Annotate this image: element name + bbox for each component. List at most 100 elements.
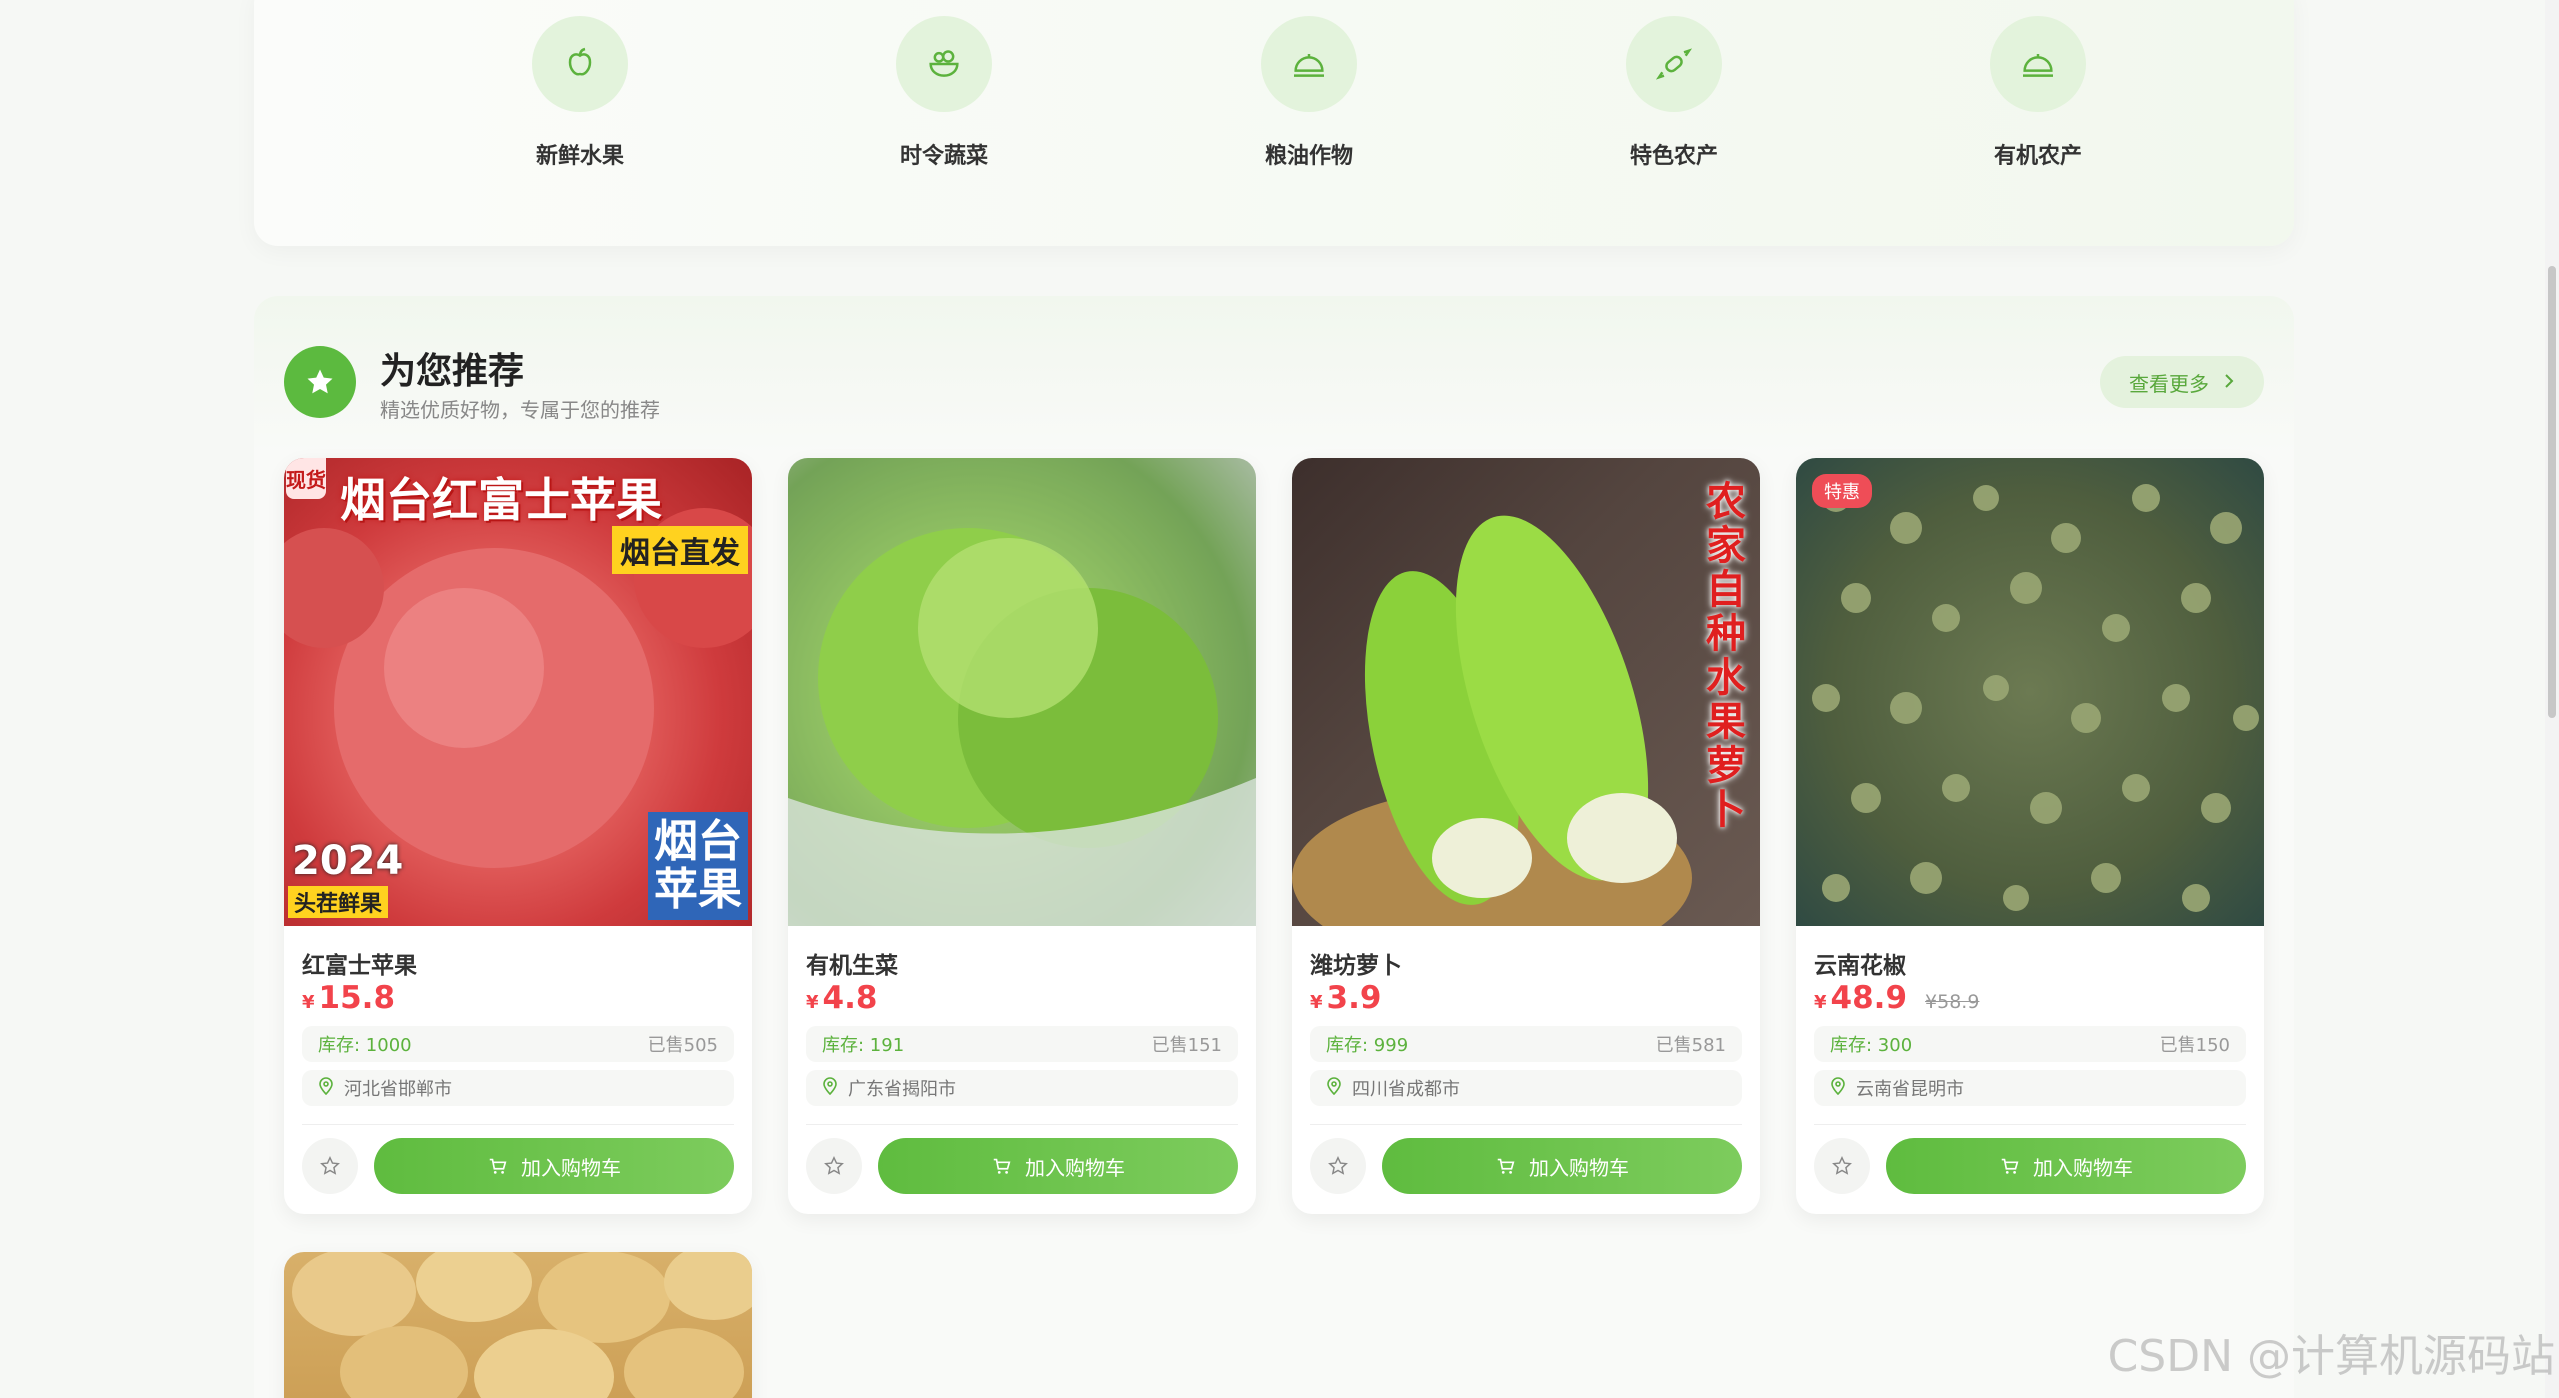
product-name[interactable]: 云南花椒 <box>1814 946 1906 980</box>
divider <box>1310 1124 1742 1125</box>
currency-symbol: ¥ <box>1814 992 1827 1013</box>
star-outline-icon <box>1328 1156 1348 1175</box>
cloche-icon <box>1990 16 2086 112</box>
salad-bowl-icon <box>896 16 992 112</box>
price-row: ¥ 4.8 <box>806 980 877 1016</box>
cart-label: 加入购物车 <box>1025 1155 1125 1180</box>
location-pin-icon <box>318 1076 334 1100</box>
original-price: ¥58.9 <box>1925 991 1980 1013</box>
product-name[interactable]: 红富士苹果 <box>302 946 417 980</box>
stock-text: 库存: 300 <box>1830 1035 1913 1056</box>
recommend-panel: 为您推荐 精选优质好物，专属于您的推荐 查看更多 现货 烟台红富士苹果 烟台直发… <box>254 296 2294 1398</box>
add-to-cart-button[interactable]: 加入购物车 <box>878 1138 1238 1194</box>
price-row: ¥ 15.8 <box>302 980 395 1016</box>
location-text: 河北省邯郸市 <box>344 1079 452 1100</box>
cart-icon <box>489 1158 507 1174</box>
product-price: 3.9 <box>1326 980 1382 1016</box>
image-stock-tag: 现货 <box>286 458 326 499</box>
stock-text: 库存: 1000 <box>318 1035 412 1056</box>
stock-row: 库存: 191 已售151 <box>806 1026 1238 1062</box>
category-label: 特色农产 <box>1629 144 1718 169</box>
add-to-cart-button[interactable]: 加入购物车 <box>1382 1138 1742 1194</box>
image-fresh-tag: 头茬鲜果 <box>288 886 389 918</box>
product-card[interactable]: 农家自种 水果萝卜 潍坊萝卜 ¥ 3.9 库存: 999 已售581 四川省成都… <box>1292 458 1760 1214</box>
sold-text: 已售505 <box>647 1035 718 1056</box>
stock-row: 库存: 1000 已售505 <box>302 1026 734 1062</box>
product-name[interactable]: 有机生菜 <box>806 946 898 980</box>
location-text: 广东省揭阳市 <box>848 1079 956 1100</box>
cart-icon <box>1497 1158 1515 1174</box>
divider <box>1814 1124 2246 1125</box>
divider <box>302 1124 734 1125</box>
cart-label: 加入购物车 <box>2033 1155 2133 1180</box>
cart-label: 加入购物车 <box>1529 1155 1629 1180</box>
favorite-button[interactable] <box>1310 1138 1366 1194</box>
image-year: 2024 <box>292 838 404 884</box>
product-name[interactable]: 潍坊萝卜 <box>1310 946 1402 980</box>
stock-text: 库存: 191 <box>822 1035 905 1056</box>
product-image[interactable]: 特惠 <box>1796 458 2264 926</box>
price-row: ¥ 3.9 <box>1310 980 1381 1016</box>
apple-icon <box>532 16 628 112</box>
scrollbar[interactable] <box>2545 0 2559 1398</box>
cart-icon <box>2001 1158 2019 1174</box>
favorite-button[interactable] <box>1814 1138 1870 1194</box>
star-icon <box>284 346 356 418</box>
image-title: 烟台红富士苹果 <box>340 473 662 527</box>
stock-row: 库存: 300 已售150 <box>1814 1026 2246 1062</box>
category-vegetables[interactable]: 时令蔬菜 <box>844 16 1044 170</box>
section-subtitle: 精选优质好物，专属于您的推荐 <box>380 398 660 422</box>
view-more-button[interactable]: 查看更多 <box>2100 356 2264 408</box>
category-label: 粮油作物 <box>1264 144 1353 169</box>
category-organic[interactable]: 有机农产 <box>1938 16 2138 170</box>
sold-text: 已售150 <box>2159 1035 2230 1056</box>
lettuce-illustration <box>788 458 1256 926</box>
product-price: 48.9 <box>1830 980 1908 1016</box>
favorite-button[interactable] <box>302 1138 358 1194</box>
scrollbar-thumb[interactable] <box>2548 266 2556 718</box>
sold-text: 已售581 <box>1655 1035 1726 1056</box>
location-row: 云南省昆明市 <box>1814 1070 2246 1106</box>
category-grain-oil[interactable]: 粮油作物 <box>1209 16 1409 170</box>
price-row: ¥ 48.9 ¥58.9 <box>1814 980 1979 1016</box>
star-outline-icon <box>320 1156 340 1175</box>
product-image[interactable]: 农家自种 水果萝卜 <box>1292 458 1760 926</box>
product-price: 4.8 <box>822 980 878 1016</box>
category-fresh-fruit[interactable]: 新鲜水果 <box>480 16 680 170</box>
currency-symbol: ¥ <box>302 992 315 1013</box>
add-to-cart-button[interactable]: 加入购物车 <box>1886 1138 2246 1194</box>
candy-icon <box>1626 16 1722 112</box>
watermark: CSDN @计算机源码站 <box>2107 1331 2555 1382</box>
currency-symbol: ¥ <box>1310 992 1323 1013</box>
product-image[interactable] <box>284 1252 752 1398</box>
radish-illustration <box>1292 515 1692 926</box>
location-pin-icon <box>1326 1076 1342 1100</box>
currency-symbol: ¥ <box>806 992 819 1013</box>
potato-illustration <box>292 1252 752 1398</box>
favorite-button[interactable] <box>806 1138 862 1194</box>
category-specialty[interactable]: 特色农产 <box>1574 16 1774 170</box>
add-to-cart-button[interactable]: 加入购物车 <box>374 1138 734 1194</box>
product-card[interactable] <box>284 1252 752 1398</box>
chevron-right-icon <box>2223 370 2235 394</box>
location-text: 云南省昆明市 <box>1856 1079 1964 1100</box>
product-card[interactable]: 现货 烟台红富士苹果 烟台直发 2024 头茬鲜果 烟台苹果 红富士苹果 ¥ 1… <box>284 458 752 1214</box>
location-row: 四川省成都市 <box>1310 1070 1742 1106</box>
stock-text: 库存: 999 <box>1326 1035 1409 1056</box>
product-image[interactable] <box>788 458 1256 926</box>
section-title: 为您推荐 <box>380 351 525 392</box>
product-image[interactable]: 现货 烟台红富士苹果 烟台直发 2024 头茬鲜果 烟台苹果 <box>284 458 752 926</box>
location-row: 河北省邯郸市 <box>302 1070 734 1106</box>
star-outline-icon <box>1832 1156 1852 1175</box>
image-origin-tag: 烟台直发 <box>612 526 748 574</box>
category-label: 时令蔬菜 <box>899 144 988 169</box>
product-card[interactable]: 有机生菜 ¥ 4.8 库存: 191 已售151 广东省揭阳市 加入购物车 <box>788 458 1256 1214</box>
page: 新鲜水果 时令蔬菜 粮油作物 特色农产 有机农产 为您推荐 精选优质好物，专属于… <box>0 0 2559 1398</box>
cart-icon <box>993 1158 1011 1174</box>
location-pin-icon <box>1830 1076 1846 1100</box>
star-outline-icon <box>824 1156 844 1175</box>
cart-label: 加入购物车 <box>521 1155 621 1180</box>
category-label: 新鲜水果 <box>535 144 624 169</box>
product-card[interactable]: 特惠 云南花椒 ¥ 48.9 ¥58.9 库存: 300 已售150 云南省昆明… <box>1796 458 2264 1214</box>
divider <box>806 1124 1238 1125</box>
